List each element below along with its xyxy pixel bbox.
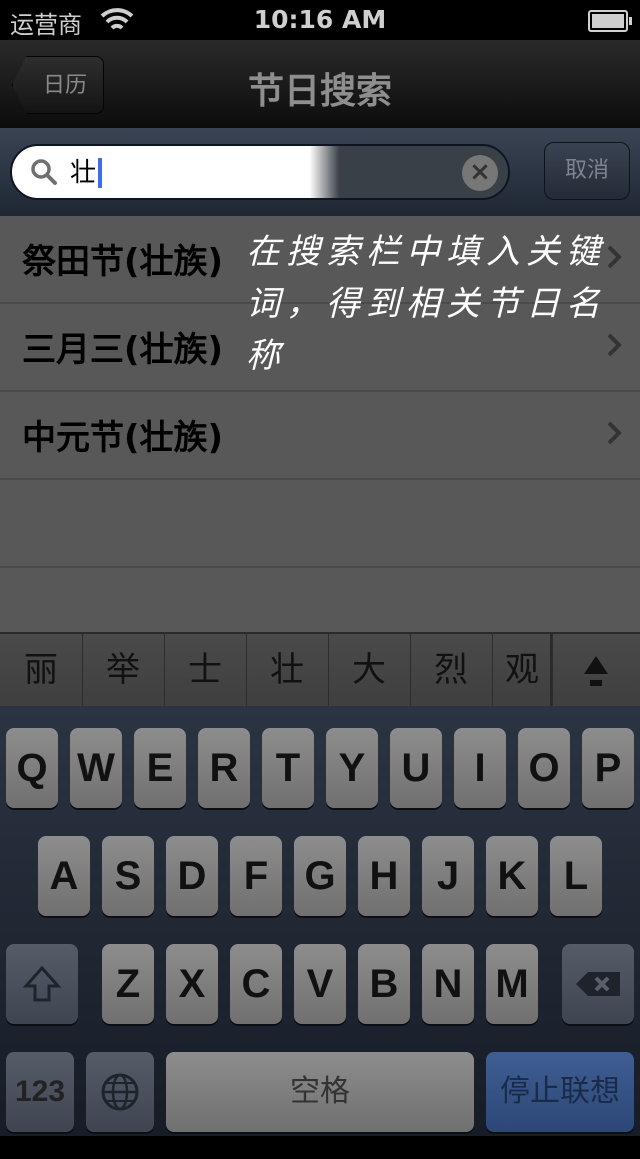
search-bar: 壮 × 取消 bbox=[0, 128, 640, 216]
key-n[interactable]: N bbox=[422, 944, 474, 1024]
candidate-item[interactable]: 大 bbox=[328, 634, 411, 706]
key-d[interactable]: D bbox=[166, 836, 218, 916]
navigation-bar: 日历 节日搜索 bbox=[0, 40, 640, 129]
backspace-icon bbox=[576, 972, 620, 996]
key-s[interactable]: S bbox=[102, 836, 154, 916]
key-o[interactable]: O bbox=[518, 728, 570, 808]
keyboard: Q W E R T Y U I O P A S D F G H J K L Z … bbox=[0, 706, 640, 1136]
list-item-label: 中元节(壮族) bbox=[22, 418, 224, 458]
candidate-item[interactable]: 丽 bbox=[0, 634, 83, 706]
clear-icon[interactable]: × bbox=[462, 155, 498, 191]
key-x[interactable]: X bbox=[166, 944, 218, 1024]
arrow-up-icon bbox=[584, 656, 608, 686]
key-h[interactable]: H bbox=[358, 836, 410, 916]
key-a[interactable]: A bbox=[38, 836, 90, 916]
chevron-right-icon bbox=[607, 421, 622, 445]
space-key[interactable]: 空格 bbox=[166, 1052, 474, 1132]
key-k[interactable]: K bbox=[486, 836, 538, 916]
key-i[interactable]: I bbox=[454, 728, 506, 808]
shift-key[interactable] bbox=[6, 944, 78, 1024]
annotation-note: 在搜索栏中填入关键词，得到相关节日名称 bbox=[246, 232, 606, 376]
cancel-button[interactable]: 取消 bbox=[544, 142, 630, 200]
key-j[interactable]: J bbox=[422, 836, 474, 916]
key-p[interactable]: P bbox=[582, 728, 634, 808]
list-item-label: 祭田节(壮族) bbox=[22, 242, 224, 282]
key-f[interactable]: F bbox=[230, 836, 282, 916]
key-q[interactable]: Q bbox=[6, 728, 58, 808]
key-m[interactable]: M bbox=[486, 944, 538, 1024]
key-c[interactable]: C bbox=[230, 944, 282, 1024]
key-b[interactable]: B bbox=[358, 944, 410, 1024]
page-title: 节日搜索 bbox=[247, 71, 392, 112]
key-l[interactable]: L bbox=[550, 836, 602, 916]
candidate-item[interactable]: 观 bbox=[492, 634, 553, 706]
candidate-item[interactable]: 烈 bbox=[410, 634, 493, 706]
numbers-key[interactable]: 123 bbox=[6, 1052, 74, 1132]
shift-icon bbox=[22, 965, 62, 1002]
search-query-text: 壮 bbox=[70, 158, 103, 188]
stop-association-button[interactable]: 停止联想 bbox=[486, 1052, 634, 1132]
status-bar: 运营商 10:16 AM bbox=[0, 0, 640, 40]
key-g[interactable]: G bbox=[294, 836, 346, 916]
list-item-label: 三月三(壮族) bbox=[22, 330, 224, 370]
key-z[interactable]: Z bbox=[102, 944, 154, 1024]
clock: 10:16 AM bbox=[253, 5, 387, 34]
delete-key[interactable] bbox=[562, 944, 634, 1024]
key-u[interactable]: U bbox=[390, 728, 442, 808]
candidate-item[interactable]: 壮 bbox=[246, 634, 329, 706]
key-e[interactable]: E bbox=[134, 728, 186, 808]
candidate-bar: 丽 举 士 壮 大 烈 观 bbox=[0, 632, 640, 708]
globe-icon bbox=[101, 1073, 139, 1111]
battery-icon bbox=[588, 10, 632, 32]
key-v[interactable]: V bbox=[294, 944, 346, 1024]
list-item[interactable]: 中元节(壮族) bbox=[0, 392, 640, 480]
globe-key[interactable] bbox=[86, 1052, 154, 1132]
key-w[interactable]: W bbox=[70, 728, 122, 808]
empty-row bbox=[0, 480, 640, 568]
key-y[interactable]: Y bbox=[326, 728, 378, 808]
expand-candidates-button[interactable] bbox=[550, 634, 640, 706]
key-r[interactable]: R bbox=[198, 728, 250, 808]
search-icon bbox=[31, 159, 57, 185]
search-input[interactable]: 壮 × bbox=[10, 144, 510, 200]
candidate-item[interactable]: 士 bbox=[164, 634, 247, 706]
key-t[interactable]: T bbox=[262, 728, 314, 808]
candidate-item[interactable]: 举 bbox=[82, 634, 165, 706]
